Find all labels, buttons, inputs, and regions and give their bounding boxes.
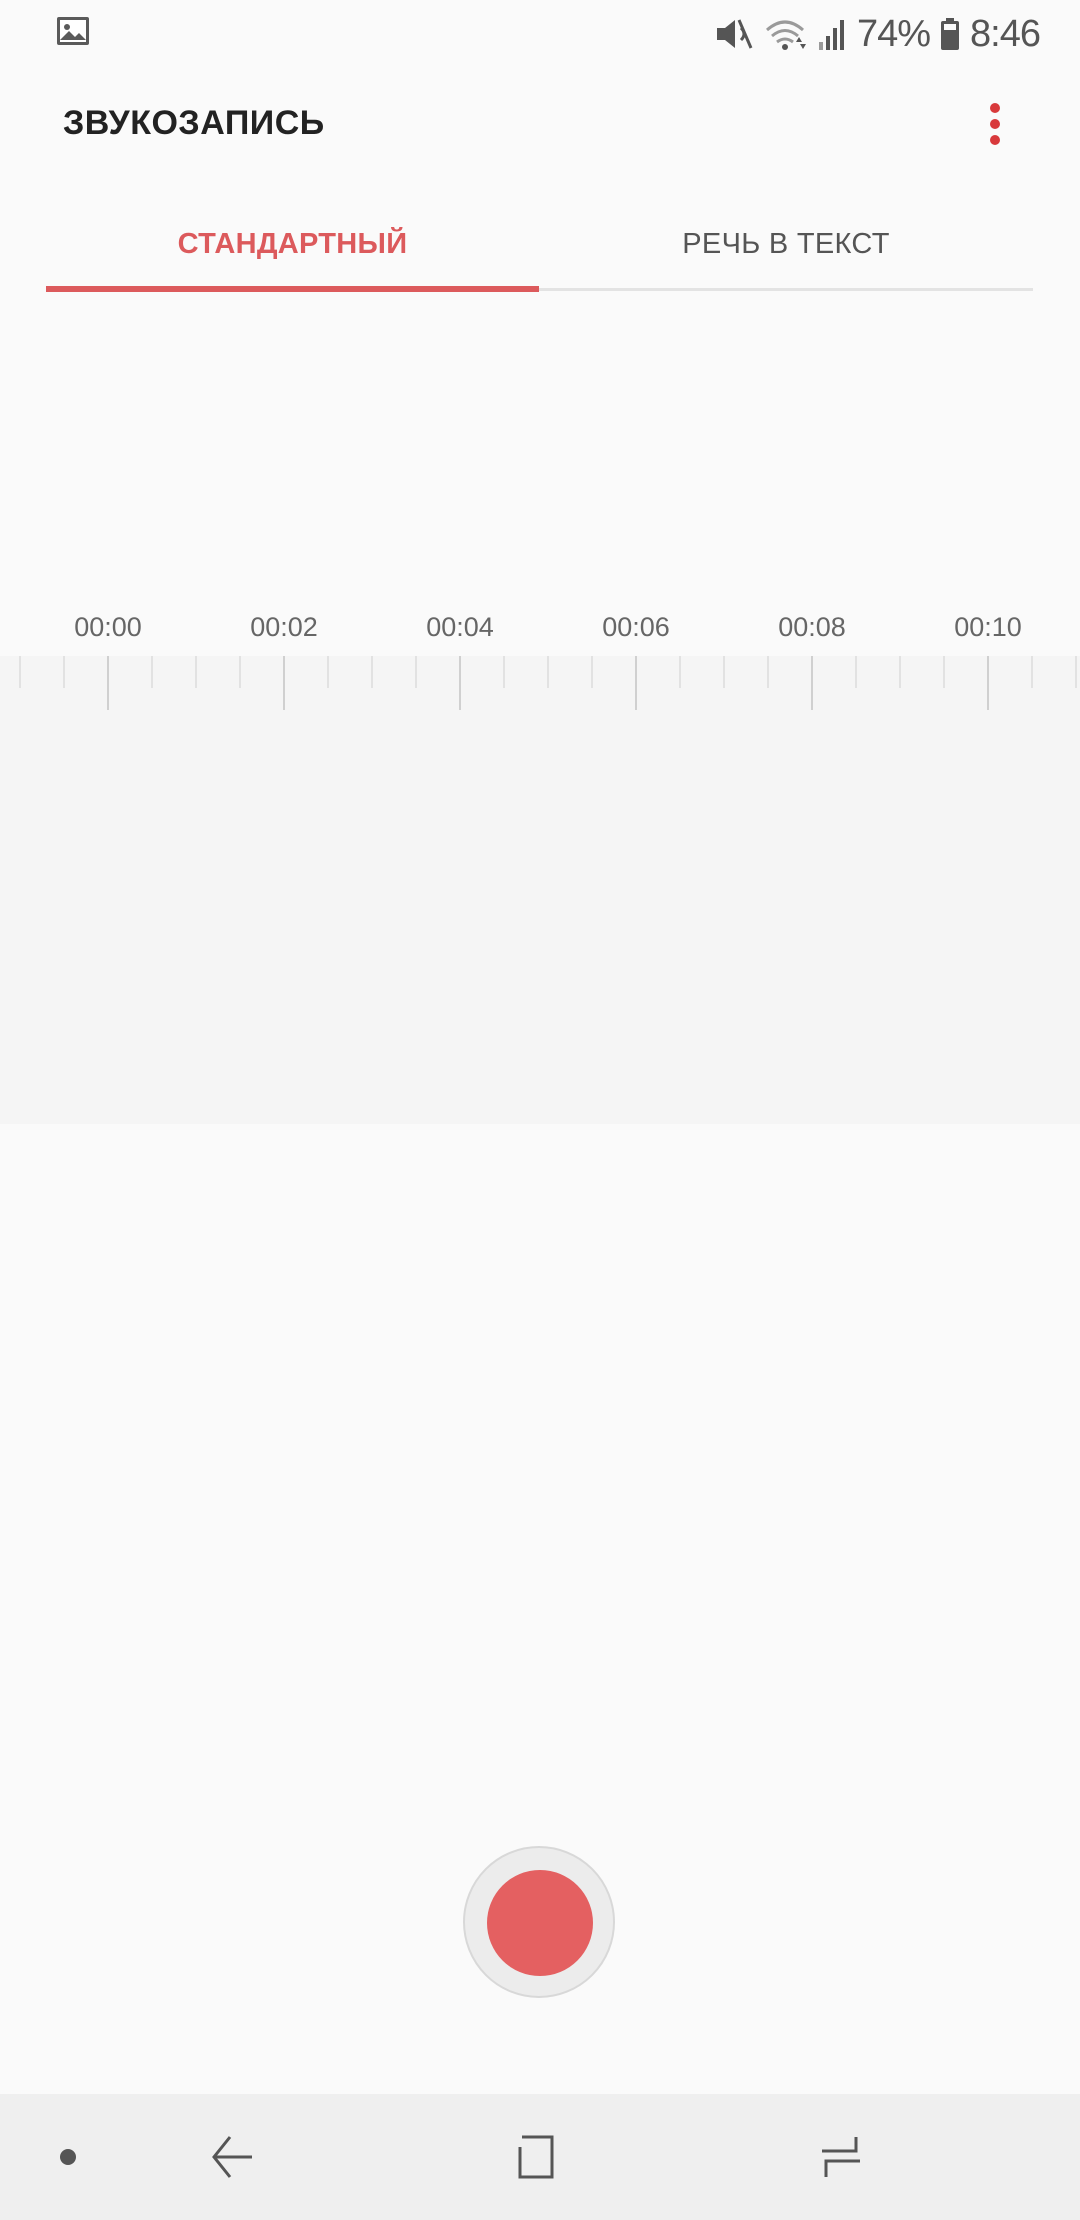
- time-label: 00:04: [426, 612, 494, 642]
- status-bar: 74% 8:46: [0, 0, 1080, 66]
- tab-speech-to-text[interactable]: РЕЧЬ В ТЕКСТ: [539, 200, 1033, 288]
- time-label: 00:08: [778, 612, 846, 642]
- dot-icon: [60, 2149, 76, 2165]
- recents-icon: [822, 2137, 860, 2177]
- navigation-bar: [0, 2094, 1080, 2220]
- page-title: ЗВУКОЗАПИСЬ: [63, 104, 325, 142]
- time-label: 00:06: [602, 612, 670, 642]
- back-icon: [212, 2136, 252, 2178]
- time-label: 00:02: [250, 612, 318, 642]
- battery-icon: [941, 18, 960, 50]
- gallery-icon: [57, 17, 89, 45]
- wifi-icon: [765, 20, 806, 50]
- tab-standard[interactable]: СТАНДАРТНЫЙ: [46, 200, 539, 288]
- time-label: 00:10: [954, 612, 1022, 642]
- recents-button[interactable]: [800, 2094, 880, 2220]
- battery-percent: 74%: [856, 12, 931, 55]
- nav-dot-button[interactable]: [38, 2094, 98, 2220]
- mode-tabs: СТАНДАРТНЫЙ РЕЧЬ В ТЕКСТ: [46, 200, 1033, 294]
- vibrate-mute-icon: [716, 19, 753, 49]
- home-button[interactable]: [496, 2094, 576, 2220]
- time-label: 00:00: [74, 612, 142, 642]
- tab-selected-indicator: [46, 286, 539, 292]
- timeline-ruler: 00:00 00:02 00:04 00:06 00:08 00:10: [0, 612, 1080, 652]
- record-button[interactable]: [463, 1846, 615, 1998]
- record-icon: [487, 1870, 593, 1976]
- signal-icon: [818, 20, 844, 50]
- voice-recorder-screen: 74% 8:46 ЗВУКОЗАПИСЬ СТАНДАРТНЫЙ РЕЧЬ В …: [0, 0, 1080, 2220]
- timeline-ticks: [19, 656, 1077, 710]
- back-button[interactable]: [192, 2094, 272, 2220]
- clock: 8:46: [970, 12, 1041, 55]
- home-icon: [518, 2135, 554, 2179]
- more-vert-icon[interactable]: [970, 98, 1020, 158]
- waveform-area: [0, 656, 1080, 1124]
